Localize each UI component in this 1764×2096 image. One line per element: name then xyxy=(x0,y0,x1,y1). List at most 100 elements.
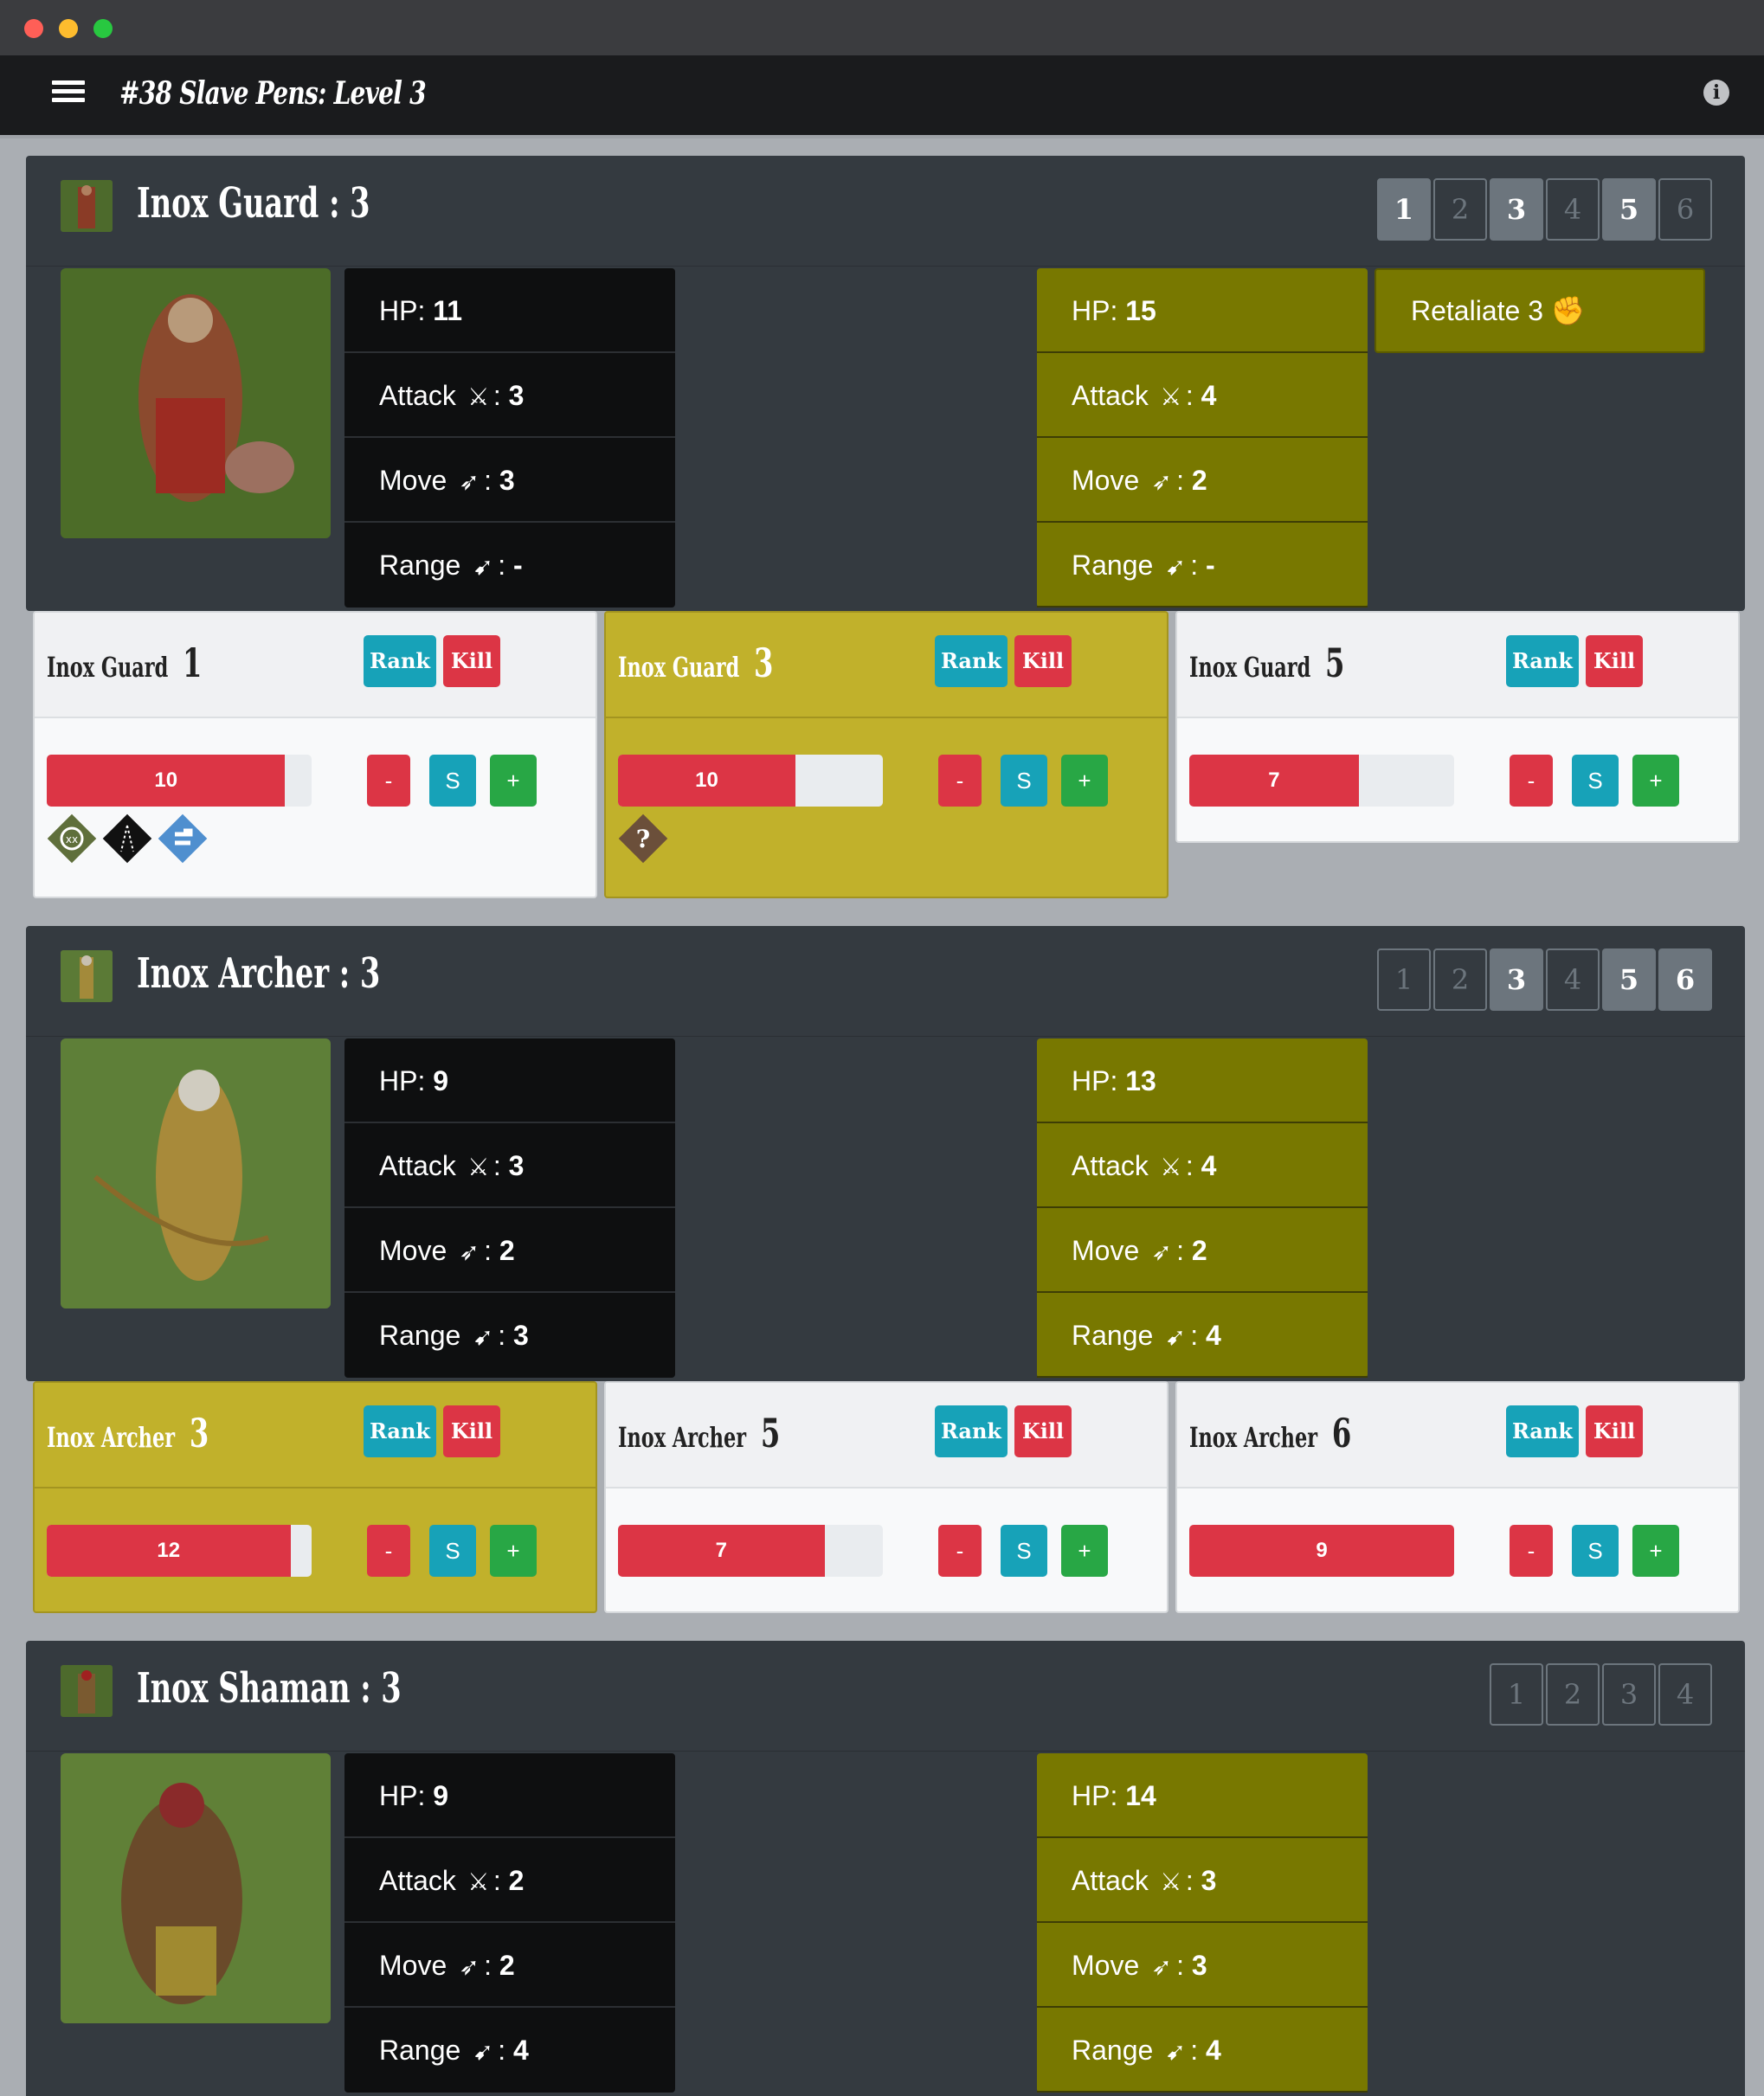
navbar: #38 Slave Pens: Level 3 i xyxy=(0,55,1764,138)
move-icon: ➶ xyxy=(1151,1953,1172,1980)
hp-bar: 12 xyxy=(47,1525,312,1577)
increase-hp-button[interactable]: + xyxy=(1632,1525,1679,1577)
standee-toggle-2[interactable]: 2 xyxy=(1546,1663,1600,1726)
rank-button[interactable]: Rank xyxy=(935,635,1008,687)
hp-bar: 7 xyxy=(618,1525,883,1577)
standee-toggle-4[interactable]: 4 xyxy=(1546,178,1600,241)
status-button[interactable]: S xyxy=(429,1525,476,1577)
move-icon: ➶ xyxy=(459,468,480,495)
card-header: Inox Guard 5 Rank Kill xyxy=(1177,613,1738,718)
minimize-window-button[interactable] xyxy=(59,19,78,38)
status-button[interactable]: S xyxy=(1001,1525,1047,1577)
rank-button[interactable]: Rank xyxy=(364,1405,436,1457)
decrease-hp-button[interactable]: - xyxy=(367,1525,410,1577)
kill-button[interactable]: Kill xyxy=(1586,635,1643,687)
rank-button[interactable]: Rank xyxy=(364,635,436,687)
kill-button[interactable]: Kill xyxy=(1014,635,1072,687)
kill-button[interactable]: Kill xyxy=(443,635,500,687)
card-name: Inox Archer 6 xyxy=(1189,1410,1352,1456)
standee-toggle-2[interactable]: 2 xyxy=(1433,948,1487,1011)
hp-bar: 9 xyxy=(1189,1525,1454,1577)
maximize-window-button[interactable] xyxy=(93,19,113,38)
rank-button[interactable]: Rank xyxy=(1506,1405,1579,1457)
elite-attack-stat: Attack ⚔: 3 xyxy=(1037,1838,1368,1923)
standee-toggle-3[interactable]: 3 xyxy=(1490,948,1543,1011)
wound-condition-icon[interactable] xyxy=(158,813,208,864)
kill-button[interactable]: Kill xyxy=(443,1405,500,1457)
standee-toggle-6[interactable]: 6 xyxy=(1658,178,1712,241)
elite-move-stat: Move ➶: 2 xyxy=(1037,1208,1368,1293)
standee-toggle-4[interactable]: 4 xyxy=(1658,1663,1712,1726)
monster-title: Inox Archer : 3 xyxy=(137,949,381,998)
hp-bar-fill: 10 xyxy=(618,755,796,807)
normal-attack-stat: Attack ⚔: 2 xyxy=(344,1838,675,1923)
kill-button[interactable]: Kill xyxy=(1014,1405,1072,1457)
muddle-condition-icon[interactable]: xx xyxy=(47,813,97,864)
elite-hp-stat: HP: 14 xyxy=(1037,1753,1368,1838)
increase-hp-button[interactable]: + xyxy=(1632,755,1679,807)
increase-hp-button[interactable]: + xyxy=(1061,1525,1108,1577)
decrease-hp-button[interactable]: - xyxy=(1510,1525,1553,1577)
svg-text:xx: xx xyxy=(66,833,78,845)
card-name: Inox Guard 1 xyxy=(47,640,203,686)
standee-toggle-4[interactable]: 4 xyxy=(1546,948,1600,1011)
monster-header: Inox Shaman : 3 1 2 3 4 xyxy=(26,1641,1745,1752)
scenario-title: #38 Slave Pens: Level 3 xyxy=(119,75,427,112)
standee-toggle-2[interactable]: 2 xyxy=(1433,178,1487,241)
normal-stats: HP: 9 Attack ⚔: 3 Move ➶: 2 Range ➹: 3 xyxy=(344,1038,675,1378)
normal-move-stat: Move ➶: 2 xyxy=(344,1923,675,2008)
normal-hp-stat: HP: 11 xyxy=(344,268,675,353)
decrease-hp-button[interactable]: - xyxy=(367,755,410,807)
info-icon[interactable]: i xyxy=(1703,80,1729,106)
hp-bar-fill: 12 xyxy=(47,1525,291,1577)
standee-toggle-6[interactable]: 6 xyxy=(1658,948,1712,1011)
increase-hp-button[interactable]: + xyxy=(490,1525,537,1577)
standee-toggle-5[interactable]: 5 xyxy=(1602,178,1656,241)
monster-thumbnail xyxy=(61,1665,113,1717)
normal-move-stat: Move ➶: 3 xyxy=(344,438,675,523)
monster-thumbnail xyxy=(61,180,113,232)
monster-thumbnail xyxy=(61,950,113,1002)
move-icon: ➶ xyxy=(1151,468,1172,495)
standee-toggle-5[interactable]: 5 xyxy=(1602,948,1656,1011)
card-name: Inox Guard 5 xyxy=(1189,640,1345,686)
hamburger-icon[interactable] xyxy=(52,76,85,109)
decrease-hp-button[interactable]: - xyxy=(938,755,982,807)
standee-toggle-1[interactable]: 1 xyxy=(1377,948,1431,1011)
normal-range-stat: Range ➹: 4 xyxy=(344,2008,675,2093)
attack-icon: ⚔ xyxy=(467,383,490,410)
standee-toggle-3[interactable]: 3 xyxy=(1602,1663,1656,1726)
increase-hp-button[interactable]: + xyxy=(1061,755,1108,807)
monster-card-inox-archer-3: Inox Archer 3 Rank Kill 12 - S + xyxy=(33,1381,597,1613)
close-window-button[interactable] xyxy=(24,19,43,38)
standee-toggle-1[interactable]: 1 xyxy=(1377,178,1431,241)
normal-stats: HP: 11 Attack ⚔: 3 Move ➶: 3 Range ➹: - xyxy=(344,268,675,608)
status-button[interactable]: S xyxy=(1572,1525,1619,1577)
hp-bar: 10 xyxy=(618,755,883,807)
elite-range-stat: Range ➹: - xyxy=(1037,523,1368,608)
status-button[interactable]: S xyxy=(1001,755,1047,807)
decrease-hp-button[interactable]: - xyxy=(938,1525,982,1577)
increase-hp-button[interactable]: + xyxy=(490,755,537,807)
card-header: Inox Archer 6 Rank Kill xyxy=(1177,1383,1738,1488)
card-name: Inox Archer 5 xyxy=(618,1410,781,1456)
immobilize-condition-icon[interactable] xyxy=(102,813,152,864)
hp-bar-fill: 7 xyxy=(1189,755,1359,807)
status-button[interactable]: S xyxy=(1572,755,1619,807)
monster-card-inox-guard-5: Inox Guard 5 Rank Kill 7 - S + xyxy=(1175,611,1740,843)
monster-title: Inox Shaman : 3 xyxy=(137,1664,402,1713)
kill-button[interactable]: Kill xyxy=(1586,1405,1643,1457)
status-button[interactable]: S xyxy=(429,755,476,807)
decrease-hp-button[interactable]: - xyxy=(1510,755,1553,807)
normal-stats: HP: 9 Attack ⚔: 2 Move ➶: 2 Range ➹: 4 xyxy=(344,1753,675,2093)
rank-button[interactable]: Rank xyxy=(1506,635,1579,687)
attack-icon: ⚔ xyxy=(467,1868,490,1895)
rank-button[interactable]: Rank xyxy=(935,1405,1008,1457)
standee-toggle-1[interactable]: 1 xyxy=(1490,1663,1543,1726)
standee-pager: 1 2 3 4 5 6 xyxy=(1375,948,1712,1011)
standee-toggle-3[interactable]: 3 xyxy=(1490,178,1543,241)
attack-icon: ⚔ xyxy=(467,1154,490,1180)
question-condition-icon[interactable]: ? xyxy=(618,813,668,864)
card-header: Inox Guard 3 Rank Kill xyxy=(606,613,1167,718)
range-icon: ➹ xyxy=(473,1323,493,1350)
